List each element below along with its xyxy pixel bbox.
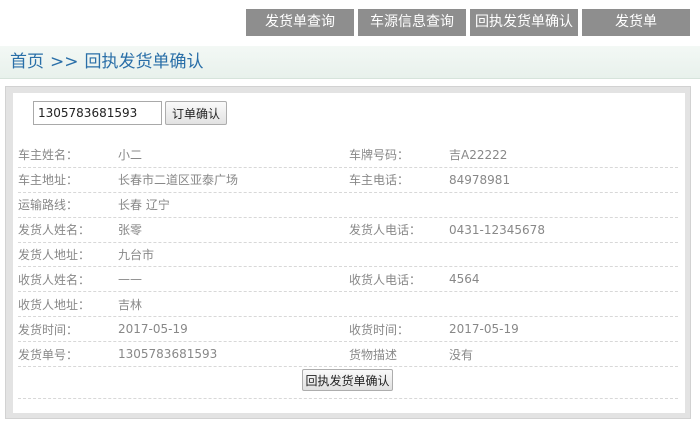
- order-number-input[interactable]: [33, 101, 162, 125]
- receive-time-value: 2017-05-19: [449, 322, 519, 337]
- ship-time-label: 发货时间：: [18, 322, 79, 337]
- cargo-description-label: 货物描述: [349, 347, 398, 362]
- table-row: 发货时间： 2017-05-19 收货时间： 2017-05-19: [18, 317, 678, 343]
- owner-phone-label: 车主电话：: [349, 173, 410, 188]
- shipper-phone-value: 0431-12345678: [449, 222, 545, 237]
- owner-phone-value: 84978981: [449, 172, 511, 187]
- owner-name-value: 小二: [118, 148, 143, 163]
- plate-number-value: 吉A22222: [449, 148, 508, 163]
- shipper-name-label: 发货人姓名：: [18, 223, 91, 238]
- table-row: 收货人姓名： —— 收货人电话： 4564: [18, 267, 678, 293]
- ship-time-value: 2017-05-19: [118, 322, 188, 337]
- breadcrumb: 首页 >> 回执发货单确认: [0, 46, 700, 79]
- receiver-name-label: 收货人姓名：: [18, 272, 91, 287]
- receipt-confirm-button[interactable]: 回执发货单确认: [302, 369, 393, 391]
- owner-address-value: 长春市二道区亚泰广场: [118, 173, 239, 188]
- search-row: 订单确认: [33, 101, 228, 125]
- detail-panel: 订单确认 车主姓名： 小二 车牌号码： 吉A22222 车主地址： 长春市二道区…: [13, 93, 685, 413]
- receiver-phone-label: 收货人电话：: [349, 272, 422, 287]
- table-row: 车主地址： 长春市二道区亚泰广场 车主电话： 84978981: [18, 168, 678, 193]
- plate-number-label: 车牌号码：: [349, 148, 410, 163]
- breadcrumb-separator: >>: [50, 52, 79, 72]
- table-row: 发货单号： 1305783681593 货物描述 没有: [18, 342, 678, 368]
- shipment-number-value: 1305783681593: [118, 347, 218, 362]
- receiver-phone-value: 4564: [449, 272, 480, 287]
- breadcrumb-current: 回执发货单确认: [84, 52, 204, 72]
- receive-time-label: 收货时间：: [349, 322, 410, 337]
- nav-vehicle-query[interactable]: 车源信息查询: [358, 9, 466, 36]
- receiver-name-value: ——: [118, 272, 142, 287]
- receiver-address-label: 收货人地址：: [18, 297, 91, 312]
- route-value: 长春 辽宁: [118, 198, 170, 213]
- table-row: 发货人姓名： 张零 发货人电话： 0431-12345678: [18, 218, 678, 243]
- nav-shipment[interactable]: 发货单: [582, 9, 690, 36]
- route-label: 运输路线：: [18, 198, 79, 213]
- top-nav: 发货单查询 车源信息查询 回执发货单确认 发货单: [246, 9, 690, 36]
- nav-receipt-confirm[interactable]: 回执发货单确认: [470, 9, 578, 36]
- table-row: 收货人地址： 吉林: [18, 292, 678, 318]
- cargo-description-value: 没有: [449, 347, 474, 362]
- owner-address-label: 车主地址：: [18, 173, 79, 188]
- breadcrumb-home[interactable]: 首页: [10, 52, 44, 72]
- receiver-address-value: 吉林: [118, 297, 143, 312]
- nav-shipment-query[interactable]: 发货单查询: [246, 9, 354, 36]
- order-confirm-button[interactable]: 订单确认: [165, 101, 228, 125]
- table-row: 运输路线： 长春 辽宁: [18, 193, 678, 218]
- shipment-number-label: 发货单号：: [18, 347, 79, 362]
- table-row: 车主姓名： 小二 车牌号码： 吉A22222: [18, 143, 678, 168]
- shipper-name-value: 张零: [118, 223, 143, 238]
- table-row: 发货人地址： 九台市: [18, 243, 678, 268]
- shipper-phone-label: 发货人电话：: [349, 223, 422, 238]
- shipper-address-label: 发货人地址：: [18, 248, 91, 262]
- owner-name-label: 车主姓名：: [18, 148, 79, 163]
- divider: [18, 398, 678, 399]
- shipper-address-value: 九台市: [118, 248, 155, 262]
- detail-rows: 车主姓名： 小二 车牌号码： 吉A22222 车主地址： 长春市二道区亚泰广场 …: [18, 143, 678, 368]
